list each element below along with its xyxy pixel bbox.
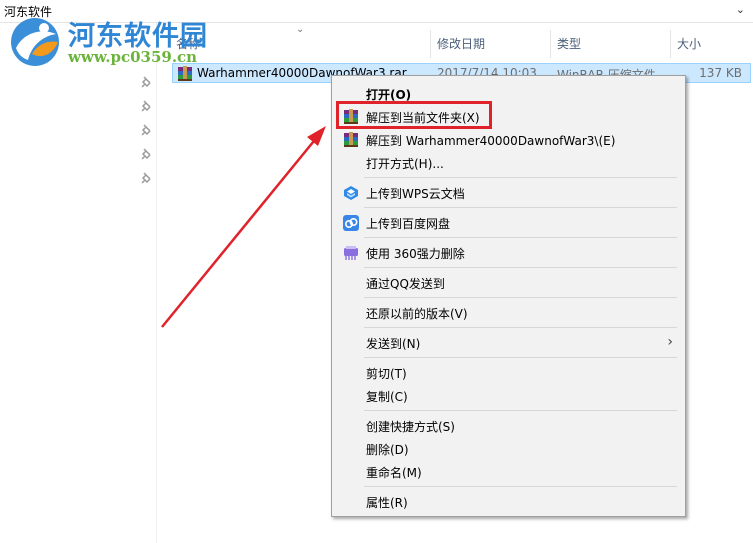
annotation-arrow-icon	[161, 126, 326, 328]
